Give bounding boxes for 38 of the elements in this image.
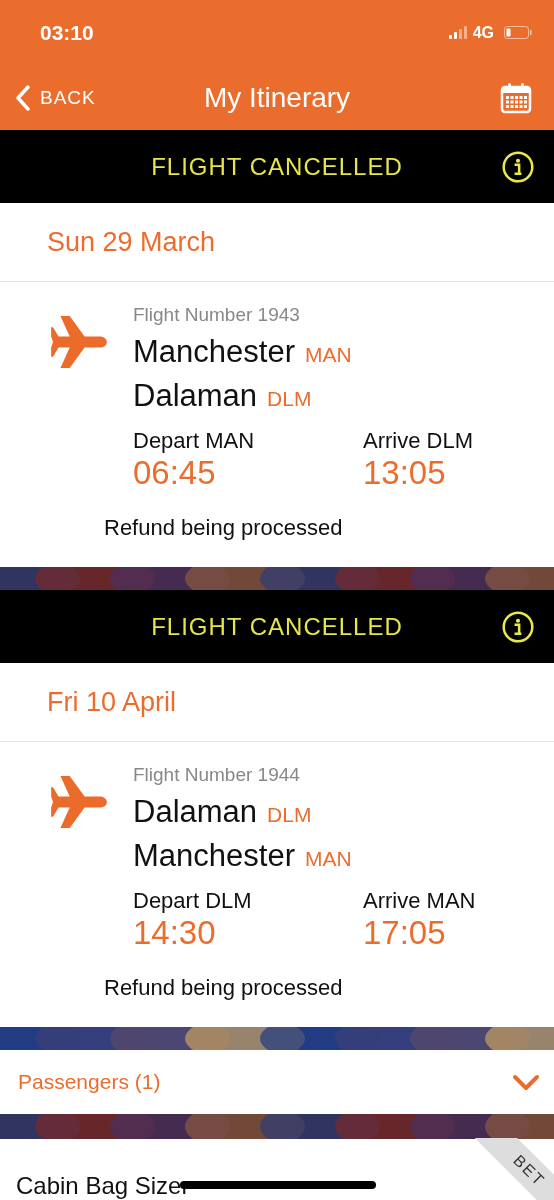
airport-code: DLM xyxy=(267,387,312,411)
arrive-label: Arrive DLM xyxy=(363,428,474,454)
passengers-row[interactable]: Passengers (1) xyxy=(0,1050,554,1114)
destination-city: Manchester xyxy=(133,838,295,874)
depart-label: Depart MAN xyxy=(133,428,256,454)
banner-text: FLIGHT CANCELLED xyxy=(151,612,403,641)
airport-code: MAN xyxy=(304,847,352,871)
screen-title: My Itinerary xyxy=(203,81,351,114)
refund-status: Refund being processed xyxy=(104,515,343,541)
info-icon[interactable] xyxy=(502,610,534,643)
airport-code: MAN xyxy=(304,343,352,367)
info-icon[interactable] xyxy=(502,150,534,183)
depart-label: Depart DLM xyxy=(133,888,253,914)
calendar-icon[interactable] xyxy=(500,81,532,114)
flight-date: Fri 10 April xyxy=(47,686,177,718)
flight-number: Flight Number 1943 xyxy=(133,304,301,326)
arrive-label: Arrive MAN xyxy=(363,888,477,914)
arrive-time: 13:05 xyxy=(363,454,447,492)
airplane-icon xyxy=(50,776,108,828)
signal-icon xyxy=(448,26,467,39)
back-chevron-icon xyxy=(14,84,32,111)
destination-city: Dalaman xyxy=(133,378,258,414)
refund-status: Refund being processed xyxy=(104,975,343,1001)
origin-city: Dalaman xyxy=(133,794,258,830)
flight-date: Sun 29 March xyxy=(47,226,216,258)
origin-city: Manchester xyxy=(133,334,295,370)
airplane-icon xyxy=(50,316,108,368)
flight-number: Flight Number 1944 xyxy=(133,764,301,786)
arrive-time: 17:05 xyxy=(363,914,447,952)
network-label: 4G xyxy=(472,23,494,42)
depart-time: 14:30 xyxy=(133,914,217,952)
depart-time: 06:45 xyxy=(133,454,217,492)
back-button[interactable]: BACK xyxy=(0,84,96,111)
battery-icon xyxy=(504,26,532,39)
banner-text: FLIGHT CANCELLED xyxy=(151,152,403,181)
passengers-label: Passengers (1) xyxy=(18,1070,161,1094)
airport-code: DLM xyxy=(267,803,312,827)
clock-time: 03:10 xyxy=(40,20,94,45)
